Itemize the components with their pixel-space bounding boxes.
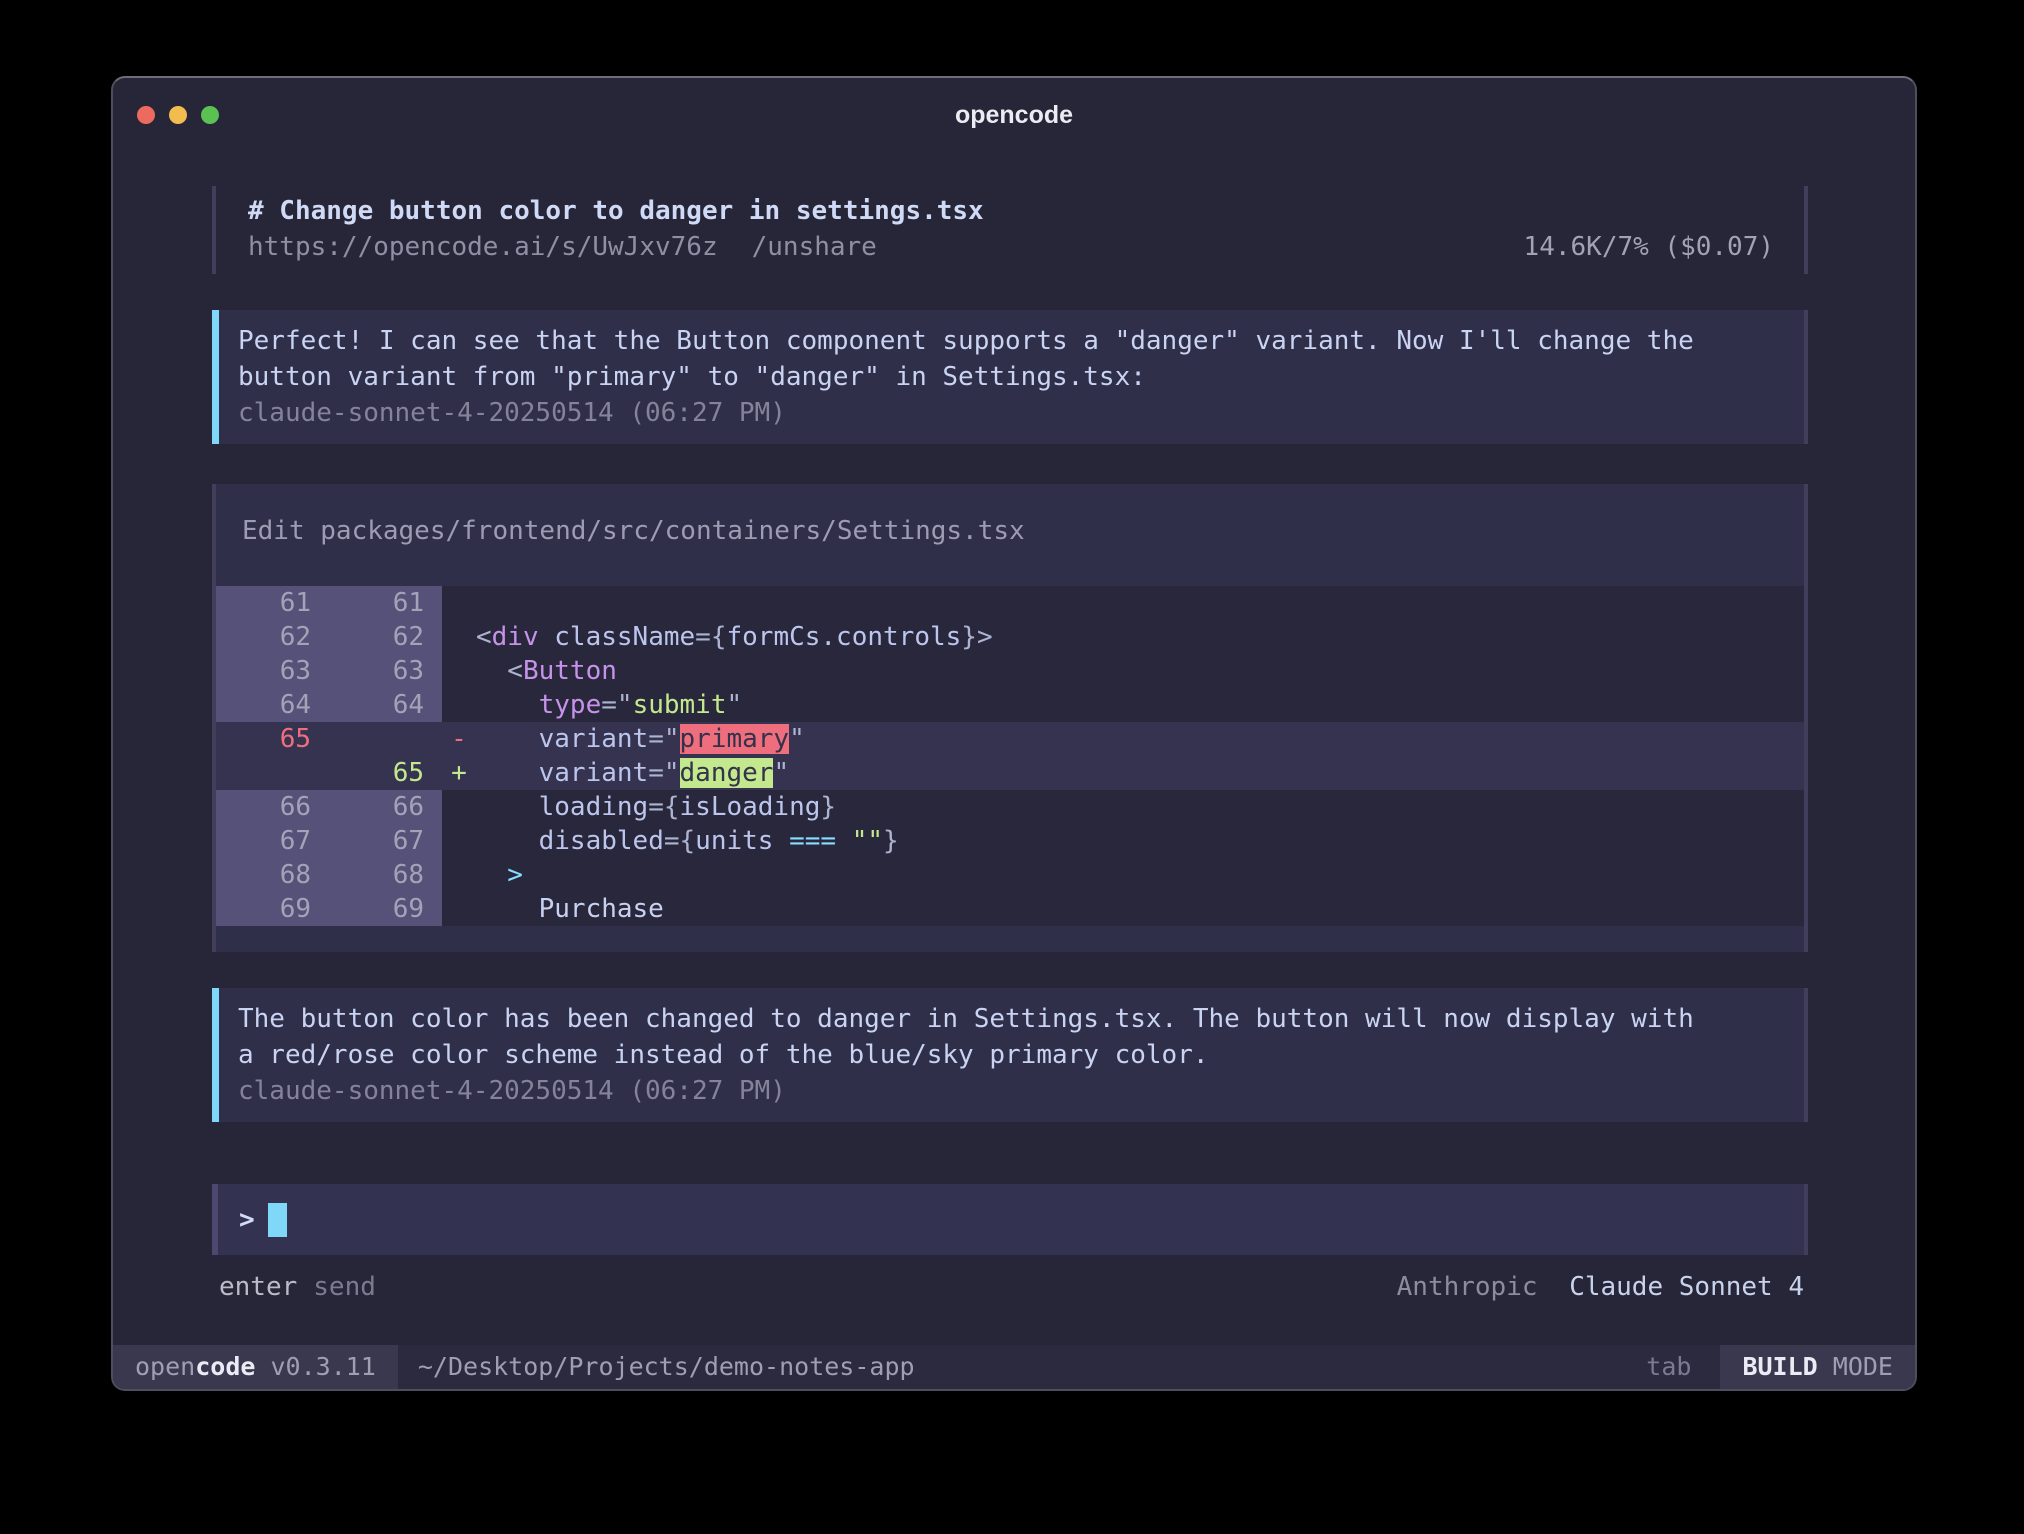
diff-view: 61616262 <div className={formCs.controls}… — [216, 586, 1804, 926]
diff-sign — [442, 654, 476, 688]
code-line: type="submit" — [476, 688, 742, 722]
line-number-old: 65 — [216, 722, 329, 756]
model-indicator: Anthropic Claude Sonnet 4 — [1397, 1269, 1804, 1305]
statusbar-spacer — [915, 1345, 1647, 1389]
line-number-old: 63 — [216, 654, 329, 688]
app-window: opencode # Change button color to danger… — [111, 76, 1917, 1391]
unshare-command[interactable]: /unshare — [752, 229, 877, 265]
chat-input[interactable]: > — [212, 1184, 1808, 1255]
send-action-hint: send — [313, 1269, 376, 1305]
line-number-new: 65 — [329, 756, 442, 790]
code-line: variant="primary" — [476, 722, 805, 756]
message-lines: The button color has been changed to dan… — [238, 1001, 1784, 1073]
line-number-old: 62 — [216, 620, 329, 654]
app-name-open: open — [135, 1352, 195, 1381]
tab-key-hint: tab — [1646, 1345, 1717, 1389]
message-line: a red/rose color scheme instead of the b… — [238, 1037, 1784, 1073]
diff-row: 65+ variant="danger" — [216, 756, 1804, 790]
code-line: > — [476, 858, 523, 892]
diff-row: 6262 <div className={formCs.controls}> — [216, 620, 1804, 654]
app-name-code: code — [195, 1352, 255, 1381]
line-number-new: 64 — [329, 688, 442, 722]
line-number-new — [329, 722, 442, 756]
session-meta-row: https://opencode.ai/s/UwJxv76z /unshare … — [248, 229, 1774, 265]
line-number-old — [216, 756, 329, 790]
diff-row: 6161 — [216, 586, 1804, 620]
provider-name: Anthropic — [1397, 1272, 1538, 1302]
line-number-new: 63 — [329, 654, 442, 688]
share-url-link[interactable]: https://opencode.ai/s/UwJxv76z — [248, 229, 718, 265]
diff-sign — [442, 790, 476, 824]
diff-row: 6464 type="submit" — [216, 688, 1804, 722]
minimize-button[interactable] — [169, 106, 187, 124]
text-cursor — [268, 1203, 287, 1237]
diff-sign: - — [442, 722, 476, 756]
working-directory: ~/Desktop/Projects/demo-notes-app — [398, 1345, 915, 1389]
line-number-new: 61 — [329, 586, 442, 620]
line-number-old: 69 — [216, 892, 329, 926]
line-number-new: 67 — [329, 824, 442, 858]
line-number-new: 69 — [329, 892, 442, 926]
diff-row: 6868 > — [216, 858, 1804, 892]
diff-row: 6666 loading={isLoading} — [216, 790, 1804, 824]
model-name: Claude Sonnet 4 — [1569, 1272, 1804, 1302]
line-number-old: 64 — [216, 688, 329, 722]
mode-name: BUILD — [1742, 1352, 1817, 1381]
line-number-old: 67 — [216, 824, 329, 858]
code-line: variant="danger" — [476, 756, 789, 790]
message-line: Perfect! I can see that the Button compo… — [238, 323, 1784, 359]
code-line: <Button — [476, 654, 617, 688]
diff-row: 65 - variant="primary" — [216, 722, 1804, 756]
window-titlebar: opencode — [113, 78, 1915, 152]
session-header: # Change button color to danger in setti… — [212, 186, 1808, 274]
token-cost-stats: 14.6K/7% ($0.07) — [1524, 229, 1774, 265]
diff-sign — [442, 620, 476, 654]
mode-badge[interactable]: BUILD MODE — [1717, 1345, 1915, 1389]
app-version-badge: opencode v0.3.11 — [113, 1345, 398, 1389]
message-model-meta: claude-sonnet-4-20250514 (06:27 PM) — [238, 395, 1784, 431]
diff-sign — [442, 858, 476, 892]
diff-row: 6363 <Button — [216, 654, 1804, 688]
mode-label: MODE — [1833, 1352, 1893, 1381]
enter-key-hint: enter — [219, 1269, 297, 1305]
message-lines: Perfect! I can see that the Button compo… — [238, 323, 1784, 395]
zoom-button[interactable] — [201, 106, 219, 124]
code-line: Purchase — [476, 892, 664, 926]
edit-file-title: Edit packages/frontend/src/containers/Se… — [216, 514, 1804, 586]
message-line: The button color has been changed to dan… — [238, 1001, 1784, 1037]
diff-sign — [442, 688, 476, 722]
message-line: button variant from "primary" to "danger… — [238, 359, 1784, 395]
close-button[interactable] — [137, 106, 155, 124]
line-number-old: 68 — [216, 858, 329, 892]
session-title: # Change button color to danger in setti… — [248, 193, 1774, 229]
diff-sign — [442, 892, 476, 926]
app-version: v0.3.11 — [271, 1352, 376, 1381]
edit-tool-block: Edit packages/frontend/src/containers/Se… — [212, 484, 1808, 952]
diff-sign: + — [442, 756, 476, 790]
status-bar: opencode v0.3.11 ~/Desktop/Projects/demo… — [113, 1345, 1915, 1389]
line-number-old: 61 — [216, 586, 329, 620]
code-line: loading={isLoading} — [476, 790, 836, 824]
window-title: opencode — [955, 101, 1073, 130]
diff-sign — [442, 586, 476, 620]
diff-row: 6969 Purchase — [216, 892, 1804, 926]
code-line: <div className={formCs.controls}> — [476, 620, 993, 654]
diff-sign — [442, 824, 476, 858]
assistant-message-2: The button color has been changed to dan… — [212, 988, 1808, 1122]
hint-row: enter send Anthropic Claude Sonnet 4 — [212, 1269, 1808, 1305]
main-content: # Change button color to danger in setti… — [113, 152, 1915, 1345]
code-line: disabled={units === ""} — [476, 824, 899, 858]
line-number-new: 62 — [329, 620, 442, 654]
assistant-message-1: Perfect! I can see that the Button compo… — [212, 310, 1808, 444]
traffic-lights — [137, 78, 219, 152]
line-number-new: 68 — [329, 858, 442, 892]
line-number-new: 66 — [329, 790, 442, 824]
message-model-meta: claude-sonnet-4-20250514 (06:27 PM) — [238, 1073, 1784, 1109]
prompt-symbol: > — [239, 1205, 255, 1235]
line-number-old: 66 — [216, 790, 329, 824]
diff-row: 6767 disabled={units === ""} — [216, 824, 1804, 858]
